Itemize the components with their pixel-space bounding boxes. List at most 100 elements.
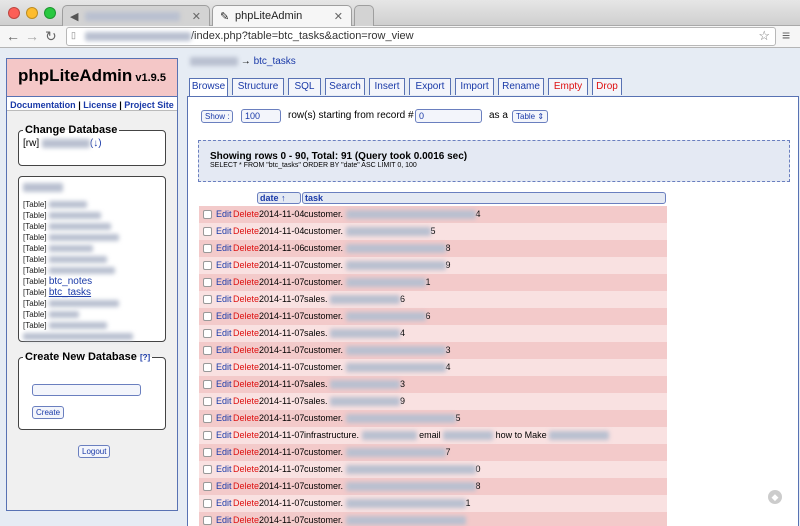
delete-link[interactable]: Delete bbox=[233, 223, 259, 240]
table-name-redacted[interactable] bbox=[48, 267, 115, 275]
table-link-btc-tasks[interactable]: btc_tasks bbox=[49, 287, 91, 298]
project-site-link[interactable]: Project Site bbox=[124, 100, 174, 110]
edit-link[interactable]: Edit bbox=[216, 478, 232, 495]
create-button[interactable]: Create bbox=[32, 406, 65, 419]
row-checkbox[interactable] bbox=[203, 346, 212, 355]
row-checkbox[interactable] bbox=[203, 227, 212, 236]
table-name-redacted[interactable] bbox=[48, 201, 87, 209]
license-link[interactable]: License bbox=[83, 100, 117, 110]
minimize-window-icon[interactable] bbox=[26, 7, 38, 19]
table-name-redacted[interactable] bbox=[48, 256, 107, 264]
table-name-redacted[interactable] bbox=[48, 212, 101, 220]
delete-link[interactable]: Delete bbox=[233, 257, 259, 274]
table-entry[interactable]: [Table] bbox=[23, 221, 165, 232]
delete-link[interactable]: Delete bbox=[233, 342, 259, 359]
row-checkbox[interactable] bbox=[203, 499, 212, 508]
tab-rename[interactable]: Rename bbox=[498, 78, 544, 95]
forward-icon[interactable]: → bbox=[25, 28, 39, 44]
table-entry[interactable]: [Table] btc_tasks bbox=[23, 287, 165, 298]
logout-button[interactable]: Logout bbox=[78, 445, 111, 458]
bookmark-star-icon[interactable]: ☆ bbox=[758, 28, 770, 44]
tab-structure[interactable]: Structure bbox=[232, 78, 284, 95]
table-entry[interactable]: [Table] bbox=[23, 309, 165, 320]
delete-link[interactable]: Delete bbox=[233, 444, 259, 461]
edit-link[interactable]: Edit bbox=[216, 206, 232, 223]
tab-search[interactable]: Search bbox=[325, 78, 365, 95]
table-entry[interactable]: [Table] btc_notes bbox=[23, 276, 165, 287]
breadcrumb-db-redacted[interactable] bbox=[190, 56, 238, 66]
edit-link[interactable]: Edit bbox=[216, 325, 232, 342]
close-tab-icon[interactable]: ✕ bbox=[334, 10, 343, 23]
db-download-link[interactable]: (↓) bbox=[90, 138, 102, 149]
edit-link[interactable]: Edit bbox=[216, 427, 232, 444]
row-checkbox[interactable] bbox=[203, 516, 212, 525]
delete-link[interactable]: Delete bbox=[233, 495, 259, 512]
table-entry[interactable]: [Table] bbox=[23, 254, 165, 265]
back-icon[interactable]: ← bbox=[6, 28, 20, 44]
delete-link[interactable]: Delete bbox=[233, 206, 259, 223]
delete-link[interactable]: Delete bbox=[233, 240, 259, 257]
row-checkbox[interactable] bbox=[203, 278, 212, 287]
close-tab-icon[interactable]: ✕ bbox=[192, 10, 201, 23]
column-header-task[interactable]: task bbox=[302, 192, 666, 204]
row-checkbox[interactable] bbox=[203, 329, 212, 338]
edit-link[interactable]: Edit bbox=[216, 495, 232, 512]
tab-browse[interactable]: Browse bbox=[189, 78, 228, 96]
edit-link[interactable]: Edit bbox=[216, 240, 232, 257]
create-database-help-link[interactable]: [?] bbox=[140, 353, 150, 362]
row-checkbox[interactable] bbox=[203, 397, 212, 406]
edit-link[interactable]: Edit bbox=[216, 461, 232, 478]
reload-icon[interactable]: ↻ bbox=[45, 28, 57, 45]
tab-export[interactable]: Export bbox=[409, 78, 451, 95]
browser-tab-active[interactable]: ✎ phpLiteAdmin ✕ bbox=[212, 5, 352, 27]
table-entry[interactable]: [Table] bbox=[23, 232, 165, 243]
documentation-link[interactable]: Documentation bbox=[10, 100, 76, 110]
zoom-window-icon[interactable] bbox=[44, 7, 56, 19]
tab-insert[interactable]: Insert bbox=[369, 78, 405, 95]
table-name-redacted[interactable] bbox=[48, 322, 107, 330]
breadcrumb-table-link[interactable]: btc_tasks bbox=[254, 56, 296, 67]
delete-link[interactable]: Delete bbox=[233, 410, 259, 427]
row-checkbox[interactable] bbox=[203, 363, 212, 372]
row-checkbox[interactable] bbox=[203, 482, 212, 491]
tab-import[interactable]: Import bbox=[455, 78, 494, 95]
close-window-icon[interactable] bbox=[8, 7, 20, 19]
table-entry[interactable]: [Table] bbox=[23, 298, 165, 309]
delete-link[interactable]: Delete bbox=[233, 359, 259, 376]
edit-link[interactable]: Edit bbox=[216, 359, 232, 376]
menu-icon[interactable]: ≡ bbox=[782, 27, 790, 43]
edit-link[interactable]: Edit bbox=[216, 444, 232, 461]
edit-link[interactable]: Edit bbox=[216, 274, 232, 291]
column-header-date[interactable]: date ↑ bbox=[257, 192, 301, 204]
table-name-redacted[interactable] bbox=[48, 300, 119, 308]
table-entry[interactable]: [Table] bbox=[23, 243, 165, 254]
row-checkbox[interactable] bbox=[203, 448, 212, 457]
row-checkbox[interactable] bbox=[203, 431, 212, 440]
edit-link[interactable]: Edit bbox=[216, 257, 232, 274]
delete-link[interactable]: Delete bbox=[233, 461, 259, 478]
edit-link[interactable]: Edit bbox=[216, 308, 232, 325]
row-count-input[interactable] bbox=[241, 109, 281, 123]
new-database-input[interactable] bbox=[32, 384, 141, 396]
edit-link[interactable]: Edit bbox=[216, 342, 232, 359]
row-checkbox[interactable] bbox=[203, 261, 212, 270]
browser-tab[interactable]: ◀ ✕ bbox=[62, 5, 210, 26]
edit-link[interactable]: Edit bbox=[216, 376, 232, 393]
start-record-input[interactable] bbox=[415, 109, 482, 123]
delete-link[interactable]: Delete bbox=[233, 478, 259, 495]
row-checkbox[interactable] bbox=[203, 465, 212, 474]
row-checkbox[interactable] bbox=[203, 312, 212, 321]
address-bar[interactable]: ▯ /index.php?table=btc_tasks&action=row_… bbox=[66, 27, 776, 46]
tab-drop[interactable]: Drop bbox=[592, 78, 622, 95]
edit-link[interactable]: Edit bbox=[216, 410, 232, 427]
table-name-redacted[interactable] bbox=[48, 223, 111, 231]
delete-link[interactable]: Delete bbox=[233, 274, 259, 291]
row-checkbox[interactable] bbox=[203, 380, 212, 389]
row-checkbox[interactable] bbox=[203, 414, 212, 423]
tab-sql[interactable]: SQL bbox=[288, 78, 321, 95]
table-entry[interactable]: [Table] bbox=[23, 265, 165, 276]
table-entry[interactable]: [Table] bbox=[23, 199, 165, 210]
row-checkbox[interactable] bbox=[203, 295, 212, 304]
show-button[interactable]: Show : bbox=[201, 110, 234, 123]
table-link-btc-notes[interactable]: btc_notes bbox=[49, 276, 92, 287]
